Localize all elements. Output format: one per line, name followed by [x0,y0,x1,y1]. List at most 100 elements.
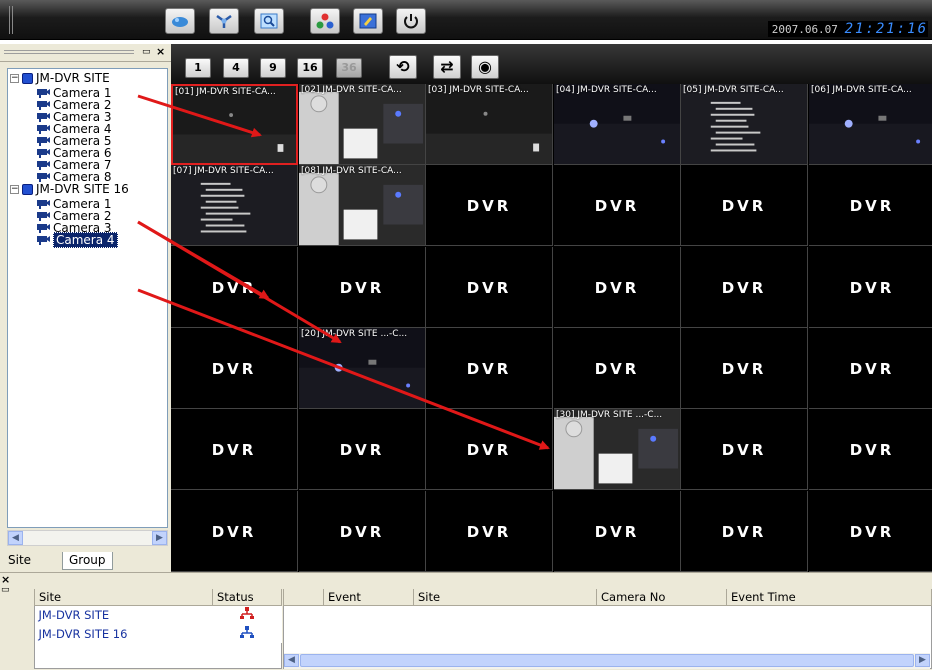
cycle-icon[interactable]: ⇄ [433,55,461,79]
scroll-right-icon[interactable]: ▶ [915,654,930,667]
tab-site[interactable]: Site [2,552,38,570]
tab-group[interactable]: Group [62,552,113,570]
camera-cell[interactable]: [04] JM-DVR SITE-CA... [554,84,681,165]
dvr-icon[interactable] [165,8,195,34]
settings-icon[interactable] [310,8,340,34]
scroll-left-icon[interactable]: ◀ [8,531,23,545]
pin-icon[interactable]: ▭ [1,585,11,595]
close-icon[interactable]: × [1,574,11,585]
power-icon[interactable] [396,8,426,34]
camera-grid: [01] JM-DVR SITE-CA... [02] JM-DVR SITE-C… [171,84,932,572]
event-horizontal-scrollbar[interactable]: ◀ ▶ [284,653,930,669]
camera-cell[interactable]: DVR [809,247,932,328]
tree-site-label: JM-DVR SITE [36,71,110,85]
camera-cell[interactable]: DVR [554,491,681,572]
layout-9-button[interactable]: 9 [260,58,286,78]
camera-cell[interactable]: DVR [681,247,808,328]
column-site[interactable]: Site [413,589,597,606]
table-row[interactable]: JM-DVR SITE 16 [34,624,282,643]
camera-caption: [03] JM-DVR SITE-CA... [428,85,529,95]
camera-cell[interactable]: DVR [426,409,553,490]
camera-icon [37,224,50,233]
column-status[interactable]: Status [212,589,282,606]
panel-grip[interactable] [4,50,134,54]
main-toolbar: 2007.06.07 21:21:16 [0,0,932,40]
camera-cell[interactable]: DVR [426,491,553,572]
column-blank[interactable] [283,589,324,606]
layout-icon[interactable] [353,8,383,34]
no-video-placeholder: DVR [721,360,767,378]
camera-cell[interactable]: DVR [299,409,426,490]
no-video-placeholder: DVR [849,441,895,459]
column-site[interactable]: Site [34,589,213,606]
camera-cell[interactable]: [03] JM-DVR SITE-CA... [426,84,553,165]
camera-cell[interactable]: DVR [681,328,808,409]
collapse-icon[interactable]: − [10,73,19,83]
table-row[interactable]: JM-DVR SITE [34,605,282,624]
camera-cell[interactable]: DVR [554,165,681,246]
column-event[interactable]: Event [323,589,414,606]
tree-site-node[interactable]: − JM-DVR SITE [10,71,110,85]
time-text: 21:21:16 [844,21,928,37]
camera-cell[interactable]: DVR [681,491,808,572]
camera-cell[interactable]: [05] JM-DVR SITE-CA... [681,84,808,165]
toolbar-grip[interactable] [9,6,13,34]
camera-caption: [05] JM-DVR SITE-CA... [683,85,784,95]
camera-cell[interactable]: [20] JM-DVR SITE ...-C... [299,328,426,409]
camera-cell[interactable]: DVR [171,409,298,490]
camera-cell[interactable]: DVR [426,247,553,328]
layout-16-button[interactable]: 16 [297,58,323,78]
camera-cell[interactable]: [07] JM-DVR SITE-CA... [171,165,298,246]
camera-cell[interactable]: DVR [809,165,932,246]
refresh-icon[interactable]: ⟲ [389,55,417,79]
no-video-placeholder: DVR [721,523,767,541]
pin-icon[interactable]: ▭ [142,47,151,57]
layout-4-button[interactable]: 4 [223,58,249,78]
camera-icon[interactable]: ◉ [471,55,499,79]
panel-side-controls: × ▭ [1,574,11,665]
camera-cell[interactable]: [30] JM-DVR SITE ...-C... [554,409,681,490]
camera-cell[interactable]: DVR [426,165,553,246]
camera-cell[interactable]: [06] JM-DVR SITE-CA... [809,84,932,165]
camera-icon [37,113,50,122]
no-video-placeholder: DVR [339,279,385,297]
camera-cell[interactable]: DVR [681,165,808,246]
camera-cell[interactable]: [08] JM-DVR SITE-CA... [299,165,426,246]
no-video-placeholder: DVR [721,197,767,215]
column-camera-no[interactable]: Camera No [596,589,727,606]
scroll-right-icon[interactable]: ▶ [152,531,167,545]
camera-cell[interactable]: DVR [809,409,932,490]
camera-cell[interactable]: DVR [681,409,808,490]
camera-cell[interactable]: DVR [299,247,426,328]
network-icon[interactable] [209,8,239,34]
no-video-placeholder: DVR [339,441,385,459]
column-event-time[interactable]: Event Time [726,589,932,606]
camera-cell[interactable]: DVR [809,328,932,409]
no-video-placeholder: DVR [721,441,767,459]
search-icon[interactable] [254,8,284,34]
camera-cell[interactable]: DVR [554,328,681,409]
no-video-placeholder: DVR [849,360,895,378]
camera-cell[interactable]: DVR [299,491,426,572]
camera-cell[interactable]: [01] JM-DVR SITE-CA... [171,84,298,165]
layout-1-button[interactable]: 1 [185,58,211,78]
no-video-placeholder: DVR [849,523,895,541]
camera-cell[interactable]: [02] JM-DVR SITE-CA... [299,84,426,165]
tree-camera-node[interactable]: Camera 4 [36,232,118,248]
collapse-icon[interactable]: − [10,184,19,194]
connection-status-icon [240,626,254,638]
camera-cell[interactable]: DVR [809,491,932,572]
camera-cell[interactable]: DVR [171,247,298,328]
status-cell [212,605,282,624]
camera-cell[interactable]: DVR [554,247,681,328]
camera-cell[interactable]: DVR [426,328,553,409]
tree-site-node[interactable]: − JM-DVR SITE 16 [10,182,129,196]
scroll-thumb[interactable] [300,654,914,667]
camera-cell[interactable]: DVR [171,491,298,572]
tree-horizontal-scrollbar[interactable]: ◀ ▶ [7,530,168,546]
camera-cell[interactable]: DVR [171,328,298,409]
layout-36-button[interactable]: 36 [336,58,362,78]
scroll-left-icon[interactable]: ◀ [284,654,299,667]
close-icon[interactable]: × [156,45,165,58]
camera-caption: [30] JM-DVR SITE ...-C... [556,410,663,420]
